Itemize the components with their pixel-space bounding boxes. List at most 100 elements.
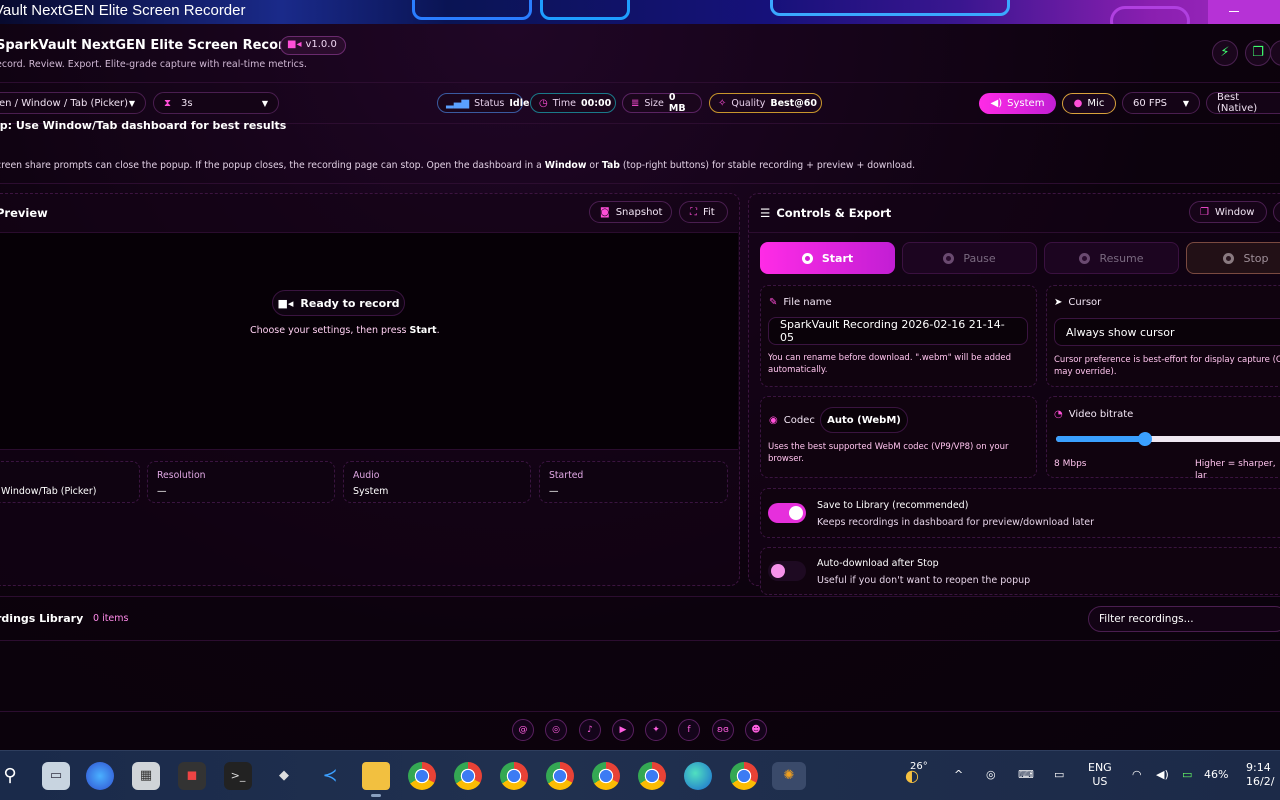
chevron-down-icon: ▼ bbox=[128, 98, 135, 108]
lightning-icon[interactable]: ⚡ bbox=[1212, 40, 1238, 66]
preview-area bbox=[0, 232, 738, 450]
pause-icon bbox=[943, 252, 955, 264]
more-icon[interactable]: ⋮ bbox=[1270, 40, 1280, 66]
cursor-select[interactable]: Always show cursor bbox=[1054, 318, 1280, 346]
keyboard-icon[interactable]: ⌨ bbox=[1018, 768, 1034, 782]
search-icon[interactable]: ⚲ bbox=[0, 762, 24, 790]
chrome-icon[interactable] bbox=[546, 762, 574, 790]
slider-fill bbox=[1056, 436, 1145, 442]
edit-icon: ✎ bbox=[769, 297, 778, 308]
snapshot-button[interactable]: ◙ Snapshot bbox=[589, 201, 672, 223]
youtube-icon[interactable]: ▶ bbox=[612, 719, 634, 741]
codec-select[interactable]: Auto (WebM) bbox=[820, 407, 908, 433]
file-name-hint: You can rename before download. ".webm" … bbox=[768, 353, 1012, 375]
stop-button[interactable]: Stop bbox=[1186, 242, 1280, 274]
clock[interactable]: 9:14 16/2/ bbox=[1246, 761, 1274, 789]
size-pill: ≣ Size 0 MB bbox=[622, 92, 702, 114]
tip-text: creen share prompts can close the popup.… bbox=[0, 160, 916, 171]
source-select[interactable]: en / Window / Tab (Picker) ▼ bbox=[0, 92, 146, 114]
bitrate-slider[interactable] bbox=[1056, 432, 1280, 446]
fit-button[interactable]: ⛶ Fit bbox=[679, 201, 728, 223]
mic-toggle[interactable]: ● Mic bbox=[1062, 93, 1116, 114]
system-audio-toggle[interactable]: ◀) System bbox=[979, 93, 1056, 114]
wallpaper-decoration bbox=[412, 0, 532, 20]
library-title: rdings Library bbox=[0, 612, 84, 625]
instagram-icon[interactable]: ◎ bbox=[545, 719, 567, 741]
firefox-icon[interactable] bbox=[86, 762, 114, 790]
magic-wand-icon: ✧ bbox=[718, 97, 727, 109]
divider bbox=[0, 82, 1280, 83]
countdown-select[interactable]: ⧗ 3s ▼ bbox=[153, 92, 279, 114]
weather-temp: 26° bbox=[910, 761, 928, 772]
pointer-icon: ➤ bbox=[1054, 297, 1063, 308]
calculator-icon[interactable]: ▦ bbox=[132, 762, 160, 790]
facebook-icon[interactable]: f bbox=[678, 719, 700, 741]
tiktok-icon[interactable]: ♪ bbox=[579, 719, 601, 741]
display-icon[interactable]: ▭ bbox=[1054, 768, 1064, 782]
play-icon bbox=[1079, 252, 1091, 264]
stat-audio: Audio System bbox=[343, 461, 531, 503]
language-indicator[interactable]: ENG US bbox=[1088, 761, 1112, 789]
volume-icon[interactable]: ◀) bbox=[1156, 768, 1169, 782]
codec-icon: ◉ bbox=[769, 415, 778, 426]
task-view-icon[interactable]: ▭ bbox=[42, 762, 70, 790]
save-library-title: Save to Library (recommended) bbox=[817, 500, 969, 511]
slider-handle[interactable] bbox=[1137, 432, 1152, 446]
wifi-icon[interactable]: ◠ bbox=[1132, 768, 1142, 782]
auto-download-title: Auto-download after Stop bbox=[817, 558, 939, 569]
window-titlebar: Vault NextGEN Elite Screen Recorder bbox=[0, 0, 1280, 24]
divider bbox=[0, 596, 1280, 597]
auto-download-card bbox=[760, 547, 1280, 595]
toggle-knob bbox=[771, 564, 785, 578]
quality-pill: ✧ Quality Best@60 bbox=[709, 93, 822, 113]
chrome-icon[interactable] bbox=[730, 762, 758, 790]
bitrate-hint: Higher = sharper, lar bbox=[1195, 459, 1276, 481]
taskbar: ⚲ ▭ ▦ ◼ >_ ◆ ≺ ✺ ◐ 26° ^ ◎ ⌨ ▭ ENG US ◠ ◀… bbox=[0, 750, 1280, 800]
preview-title: Preview bbox=[0, 206, 48, 220]
edge-icon[interactable] bbox=[684, 762, 712, 790]
chevron-up-icon[interactable]: ^ bbox=[954, 768, 963, 782]
camera-icon: ◙ bbox=[600, 206, 610, 218]
bitrate-value: 8 Mbps bbox=[1054, 459, 1087, 469]
fps-select[interactable]: 60 FPS ▼ bbox=[1122, 92, 1200, 114]
open-window-button[interactable]: ❐ Window bbox=[1189, 201, 1267, 223]
inkscape-icon[interactable]: ◆ bbox=[270, 762, 298, 790]
file-name-input[interactable]: SparkVault Recording 2026-02-16 21-14-05 bbox=[768, 317, 1028, 345]
auto-download-toggle[interactable] bbox=[768, 561, 806, 581]
chrome-icon[interactable] bbox=[638, 762, 666, 790]
terminal-icon[interactable]: >_ bbox=[224, 762, 252, 790]
profile-icon[interactable]: ☻ bbox=[745, 719, 767, 741]
video-camera-icon: ■◂ bbox=[277, 296, 294, 310]
file-name-label: ✎ File name bbox=[769, 297, 832, 308]
app-icon[interactable]: ◼ bbox=[178, 762, 206, 790]
chrome-icon[interactable] bbox=[408, 762, 436, 790]
minimize-button[interactable] bbox=[1208, 0, 1280, 24]
filter-recordings-input[interactable]: Filter recordings... bbox=[1088, 606, 1280, 632]
bluesky-icon[interactable]: ʚɞ bbox=[712, 719, 734, 741]
chrome-icon[interactable] bbox=[500, 762, 528, 790]
chrome-icon[interactable] bbox=[592, 762, 620, 790]
codec-hint: Uses the best supported WebM codec (VP9/… bbox=[768, 442, 1009, 464]
microphone-icon: ● bbox=[1073, 98, 1083, 109]
record-icon bbox=[801, 252, 813, 264]
network-share-icon[interactable]: ◎ bbox=[986, 768, 996, 782]
resolution-select[interactable]: Best (Native) bbox=[1206, 92, 1280, 114]
status-pill: ▂▄▆ Status Idle bbox=[437, 93, 529, 113]
resume-button[interactable]: Resume bbox=[1044, 242, 1179, 274]
save-library-toggle[interactable] bbox=[768, 503, 806, 523]
toggle-knob bbox=[789, 506, 803, 520]
recorder-app-icon[interactable]: ✺ bbox=[772, 762, 806, 790]
vscode-icon[interactable]: ≺ bbox=[316, 762, 344, 790]
start-button[interactable]: Start bbox=[760, 242, 895, 274]
pause-button[interactable]: Pause bbox=[902, 242, 1037, 274]
battery-icon[interactable]: ▭ bbox=[1182, 768, 1192, 782]
controls-title: ☰ Controls & Export bbox=[760, 206, 892, 220]
threads-icon[interactable]: @ bbox=[512, 719, 534, 741]
gauge-icon: ◔ bbox=[1054, 409, 1063, 420]
tip-title: ip: Use Window/Tab dashboard for best re… bbox=[0, 119, 287, 132]
copy-icon[interactable]: ❐ bbox=[1245, 40, 1271, 66]
chrome-icon[interactable] bbox=[454, 762, 482, 790]
auto-download-subtitle: Useful if you don't want to reopen the p… bbox=[817, 575, 1031, 586]
file-explorer-icon[interactable] bbox=[362, 762, 390, 797]
twitter-icon[interactable]: ✦ bbox=[645, 719, 667, 741]
